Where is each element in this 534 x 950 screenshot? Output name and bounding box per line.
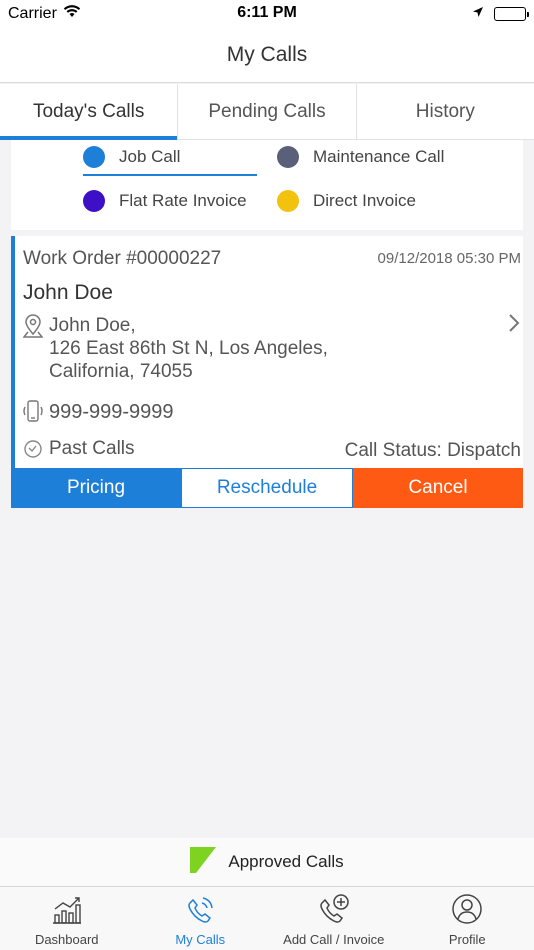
chevron-right-icon[interactable] <box>507 312 521 339</box>
legend-item-direct-invoice[interactable]: Direct Invoice <box>277 190 416 212</box>
call-type-legend: Job Call Maintenance Call Flat Rate Invo… <box>11 140 523 230</box>
legend-label: Job Call <box>119 147 181 166</box>
legend-label: Maintenance Call <box>313 147 445 166</box>
address-line-3: California, 74055 <box>49 361 193 382</box>
tab-todays-calls[interactable]: Today's Calls <box>0 84 179 140</box>
dashboard-icon <box>51 895 83 928</box>
maintenance-call-dot-icon <box>277 146 299 168</box>
battery-icon <box>494 7 529 21</box>
add-call-icon <box>317 893 351 928</box>
legend-item-job-call[interactable]: Job Call <box>83 146 180 168</box>
call-status: Call Status: Dispatch <box>344 440 521 461</box>
tabbar-item-dashboard[interactable]: Dashboard <box>0 887 134 950</box>
tabbar-item-add-call-invoice[interactable]: Add Call / Invoice <box>267 887 401 950</box>
address-line-1: John Doe, <box>49 315 136 336</box>
address-line-2: 126 East 86th St N, Los Angeles, <box>49 338 328 359</box>
tab-pending-calls[interactable]: Pending Calls <box>178 84 357 140</box>
legend-label: Direct Invoice <box>313 191 416 210</box>
profile-icon <box>451 893 483 928</box>
location-arrow-icon <box>472 5 484 23</box>
call-card[interactable]: Work Order #00000227 09/12/2018 05:30 PM… <box>11 236 523 508</box>
map-pin-icon <box>22 314 44 343</box>
page-title: My Calls <box>226 43 308 66</box>
tabbar-label: Add Call / Invoice <box>283 932 385 947</box>
direct-invoice-dot-icon <box>277 190 299 212</box>
mobile-phone-icon <box>21 399 45 430</box>
tabbar-label: Profile <box>448 932 486 947</box>
tabbar-item-profile[interactable]: Profile <box>401 887 534 950</box>
legend-item-flat-rate-invoice[interactable]: Flat Rate Invoice <box>83 190 247 212</box>
clock: 6:11 PM <box>237 4 297 21</box>
phone-ringing-icon <box>184 895 216 928</box>
card-actions: Pricing Reschedule Cancel <box>11 468 523 508</box>
pricing-button[interactable]: Pricing <box>11 468 181 508</box>
flat-rate-invoice-dot-icon <box>83 190 105 212</box>
approved-calls-label: Approved Calls <box>228 852 344 871</box>
customer-phone[interactable]: 999-999-9999 <box>49 401 174 424</box>
customer-name: John Doe <box>23 281 113 304</box>
status-right <box>472 5 529 23</box>
legend-selected-underline <box>83 174 257 176</box>
tab-history[interactable]: History <box>356 84 534 140</box>
job-call-dot-icon <box>83 146 105 168</box>
past-calls-link[interactable]: Past Calls <box>49 438 135 460</box>
status-bar: Carrier 6:11 PM <box>0 0 534 28</box>
history-clock-icon <box>23 439 43 464</box>
legend-item-maintenance-call[interactable]: Maintenance Call <box>277 146 444 168</box>
tabbar-label: Dashboard <box>34 932 99 947</box>
tabbar-item-my-calls[interactable]: My Calls <box>134 887 268 950</box>
navigation-bar: My Calls <box>0 28 534 83</box>
reschedule-button[interactable]: Reschedule <box>181 468 353 508</box>
approved-calls-bar[interactable]: Approved Calls <box>0 838 534 886</box>
call-datetime: 09/12/2018 05:30 PM <box>377 250 521 267</box>
legend-label: Flat Rate Invoice <box>119 191 247 210</box>
tabbar-label: My Calls <box>175 932 226 947</box>
bottom-tab-bar: Dashboard My Calls Add Call / Invoice Pr… <box>0 886 534 950</box>
cancel-button[interactable]: Cancel <box>353 468 523 508</box>
approved-flag-icon <box>190 846 217 878</box>
work-order-number: Work Order #00000227 <box>23 248 222 269</box>
segment-tabs: Today's Calls Pending Calls History <box>0 84 534 140</box>
customer-address: John Doe, 126 East 86th St N, Los Angele… <box>49 314 328 383</box>
